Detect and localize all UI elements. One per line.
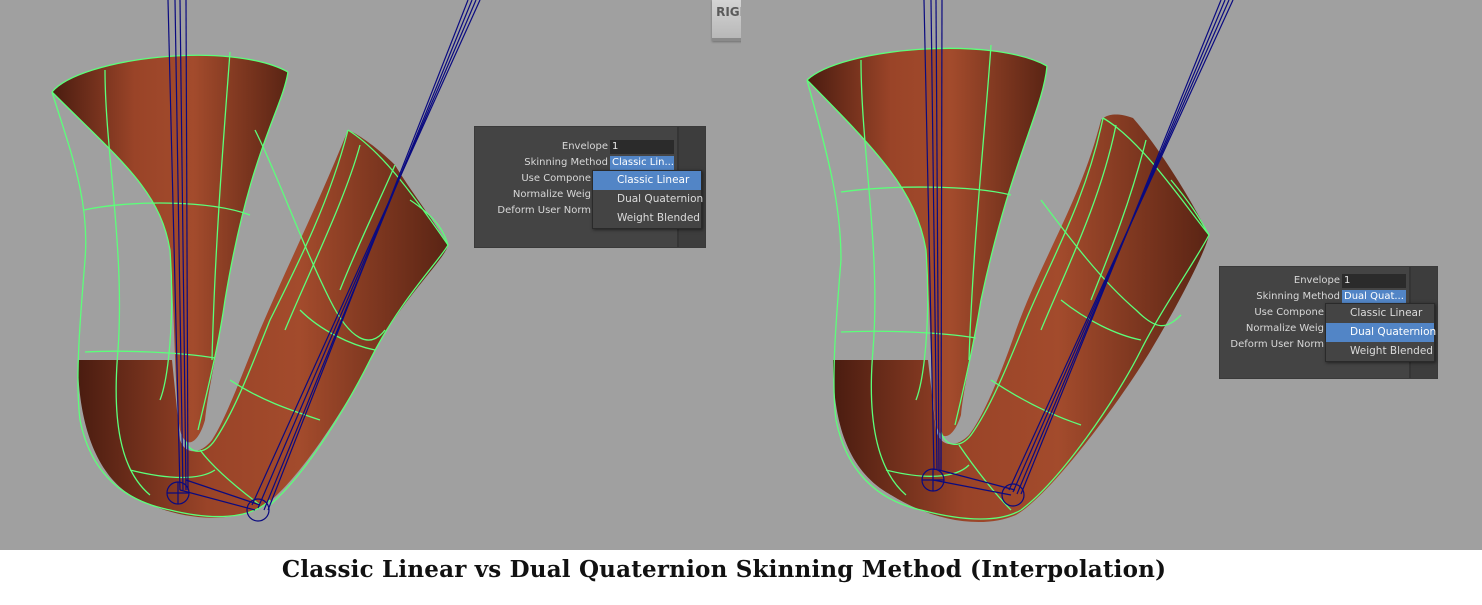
viewport-classic-linear[interactable]: RIGHT Envelope 1 Skinning Method Classic… (0, 0, 741, 550)
deform-user-normals-label: Deform User Norm (1230, 339, 1324, 350)
envelope-field[interactable]: 1 (1342, 274, 1406, 288)
envelope-label: Envelope (1293, 275, 1340, 286)
option-classic-linear[interactable]: Classic Linear (1326, 304, 1434, 323)
option-weight-blended[interactable]: Weight Blended (1326, 342, 1434, 361)
option-weight-blended[interactable]: Weight Blended (593, 209, 701, 228)
use-components-label: Use Compone (1254, 307, 1324, 318)
viewport-dual-quaternion[interactable]: Envelope 1 Skinning Method Dual Quat... … (741, 0, 1482, 550)
skinning-method-select[interactable]: Classic Lin... (610, 156, 674, 170)
skin-attribute-panel-right[interactable]: Envelope 1 Skinning Method Dual Quat... … (1219, 266, 1438, 379)
option-classic-linear[interactable]: Classic Linear (593, 171, 701, 190)
viewport-camera-label: RIGHT (712, 0, 741, 41)
option-dual-quaternion[interactable]: Dual Quaternion (1326, 323, 1436, 342)
skinning-method-dropdown[interactable]: Classic Linear Dual Quaternion Weight Bl… (1325, 303, 1436, 362)
skinning-method-label: Skinning Method (1256, 291, 1340, 302)
deform-user-normals-label: Deform User Norm (497, 205, 591, 216)
mesh-scene-classic-linear (51, 0, 481, 522)
skin-attribute-panel-left[interactable]: Envelope 1 Skinning Method Classic Lin..… (474, 126, 706, 248)
use-components-label: Use Compone (521, 173, 591, 184)
skinning-method-label: Skinning Method (524, 157, 608, 168)
normalize-weights-label: Normalize Weig (512, 189, 591, 200)
skinning-method-dropdown[interactable]: Classic Linear Dual Quaternion Weight Bl… (592, 170, 703, 229)
figure-caption: Classic Linear vs Dual Quaternion Skinni… (281, 556, 1167, 583)
skinned-mesh-lower (78, 130, 448, 518)
envelope-field[interactable]: 1 (610, 140, 674, 154)
option-dual-quaternion[interactable]: Dual Quaternion (593, 190, 703, 209)
skinning-method-select[interactable]: Dual Quat... (1342, 290, 1406, 304)
normalize-weights-label: Normalize Weig (1245, 323, 1324, 334)
envelope-label: Envelope (561, 141, 608, 152)
